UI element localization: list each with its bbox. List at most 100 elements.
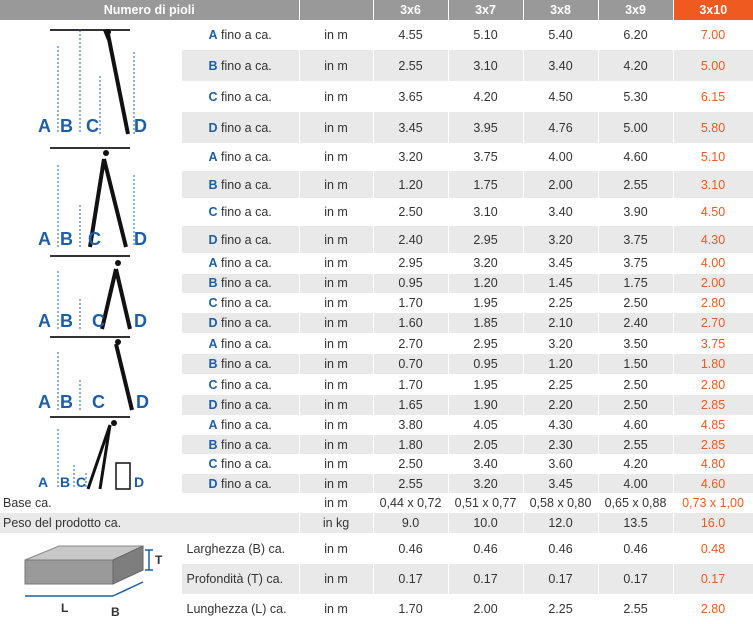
value-cell: 4.05 [448, 415, 524, 435]
dimension-letter: A [208, 336, 218, 351]
row-label: A fino a ca. [181, 20, 300, 50]
value-cell: 3.20 [523, 333, 599, 354]
dimension-letter: C [208, 205, 218, 219]
svg-text:A: A [38, 474, 48, 490]
row-label: D fino a ca. [181, 226, 300, 253]
unit-cell: in m [299, 112, 374, 143]
dimension-letter: D [208, 398, 218, 412]
dimension-label: fino a ca. [221, 357, 272, 371]
value-cell-highlight: 5.10 [672, 143, 753, 171]
dimension-letter: A [208, 150, 218, 164]
header-row: Numero di pioli 3x6 3x7 3x8 3x9 3x10 [0, 0, 753, 20]
unit-cell: in m [299, 313, 374, 333]
value-cell: 3.50 [598, 333, 674, 354]
value-cell-highlight: 5.00 [672, 50, 753, 81]
unit-cell: in m [299, 354, 374, 374]
value-cell: 3.40 [448, 454, 524, 474]
value-cell: 5.00 [598, 112, 674, 143]
value-cell: 1.20 [448, 273, 524, 293]
svg-text:C: C [92, 311, 105, 331]
header-col: 3x8 [523, 0, 599, 20]
value-cell: 3.10 [448, 198, 524, 226]
package-label: Larghezza (B) ca. [181, 533, 300, 564]
value-cell: 1.95 [448, 374, 524, 395]
value-cell-highlight: 2.80 [672, 374, 753, 395]
dimension-label: fino a ca. [221, 437, 272, 452]
value-cell: 3.20 [448, 253, 524, 274]
dimension-letter: A [208, 28, 218, 42]
value-cell: 3.60 [523, 454, 599, 474]
value-cell: 4.60 [598, 143, 674, 171]
unit-cell: in m [299, 533, 374, 564]
row-label: A fino a ca. [181, 253, 300, 274]
dimension-label: fino a ca. [221, 150, 272, 164]
unit-cell: in m [299, 273, 374, 293]
value-cell: 2.50 [598, 292, 674, 314]
value-cell: 1.90 [448, 395, 524, 415]
ladder-diagram: A B C D [0, 253, 182, 333]
value-cell: 2.95 [448, 333, 524, 354]
value-cell: 3.20 [373, 143, 449, 171]
value-cell: 3.75 [598, 253, 674, 274]
row-label: A fino a ca. [181, 415, 300, 435]
value-cell: 3.80 [373, 415, 449, 435]
value-cell: 2.55 [598, 594, 674, 624]
value-cell: 0.95 [373, 273, 449, 293]
value-cell: 1.85 [448, 313, 524, 333]
ladder-diagram: A B C D [0, 415, 182, 493]
svg-text:D: D [134, 311, 147, 331]
value-cell: 2.40 [373, 226, 449, 253]
svg-text:L: L [61, 601, 68, 615]
dimension-label: fino a ca. [221, 28, 272, 42]
ladder-leaning-icon: A B C D [38, 28, 147, 136]
svg-text:A: A [38, 116, 51, 136]
unit-cell: in m [299, 454, 374, 474]
spec-row: A B C D A fino a ca. in m 3.80 4.05 4.30 4.60… [0, 415, 753, 493]
package-label: Profondità (T) ca. [181, 564, 300, 594]
value-cell-highlight: 1.80 [672, 354, 753, 374]
value-cell: 3.45 [523, 253, 599, 274]
value-cell: 2.95 [448, 226, 524, 253]
row-label: C fino a ca. [181, 454, 300, 474]
dimension-label: fino a ca. [221, 377, 272, 392]
value-cell: 3.90 [598, 198, 674, 226]
row-label: B fino a ca. [181, 50, 300, 81]
unit-cell: in m [299, 143, 374, 171]
unit-cell: in m [299, 333, 374, 354]
svg-text:C: C [88, 229, 101, 249]
svg-text:B: B [60, 229, 73, 249]
value-cell: 2.05 [448, 435, 524, 454]
dimension-letter: D [208, 476, 218, 491]
value-cell: 2.00 [448, 594, 524, 624]
dimension-letter: D [208, 316, 218, 331]
base-label: Base ca. [0, 493, 300, 513]
value-cell: 2.50 [373, 198, 449, 226]
value-cell: 2.55 [598, 171, 674, 198]
package-box-icon: T L B [24, 544, 163, 619]
value-cell-highlight: 4.85 [672, 415, 753, 435]
value-cell: 5.30 [598, 81, 674, 112]
value-cell: 2.70 [373, 333, 449, 354]
value-cell: 3.20 [523, 226, 599, 253]
row-label: B fino a ca. [181, 354, 300, 374]
value-cell: 0.17 [523, 564, 599, 594]
svg-text:C: C [86, 116, 99, 136]
dimension-label: fino a ca. [221, 276, 272, 291]
dimension-letter: D [208, 232, 218, 247]
unit-cell: in m [299, 395, 374, 415]
ladder-a-frame-icon: A B C D [38, 255, 147, 331]
value-cell-highlight: 4.30 [672, 226, 753, 253]
dimension-label: fino a ca. [221, 336, 272, 351]
value-cell: 3.65 [373, 81, 449, 112]
value-cell: 1.20 [373, 171, 449, 198]
svg-text:A: A [38, 392, 51, 412]
row-label: D fino a ca. [181, 395, 300, 415]
svg-text:B: B [60, 474, 70, 490]
value-cell: 3.95 [448, 112, 524, 143]
value-cell: 2.30 [523, 435, 599, 454]
value-cell: 3.45 [523, 474, 599, 493]
row-label: A fino a ca. [181, 143, 300, 171]
value-cell: 2.25 [523, 374, 599, 395]
dimension-letter: C [208, 89, 218, 104]
svg-text:A: A [38, 229, 51, 249]
